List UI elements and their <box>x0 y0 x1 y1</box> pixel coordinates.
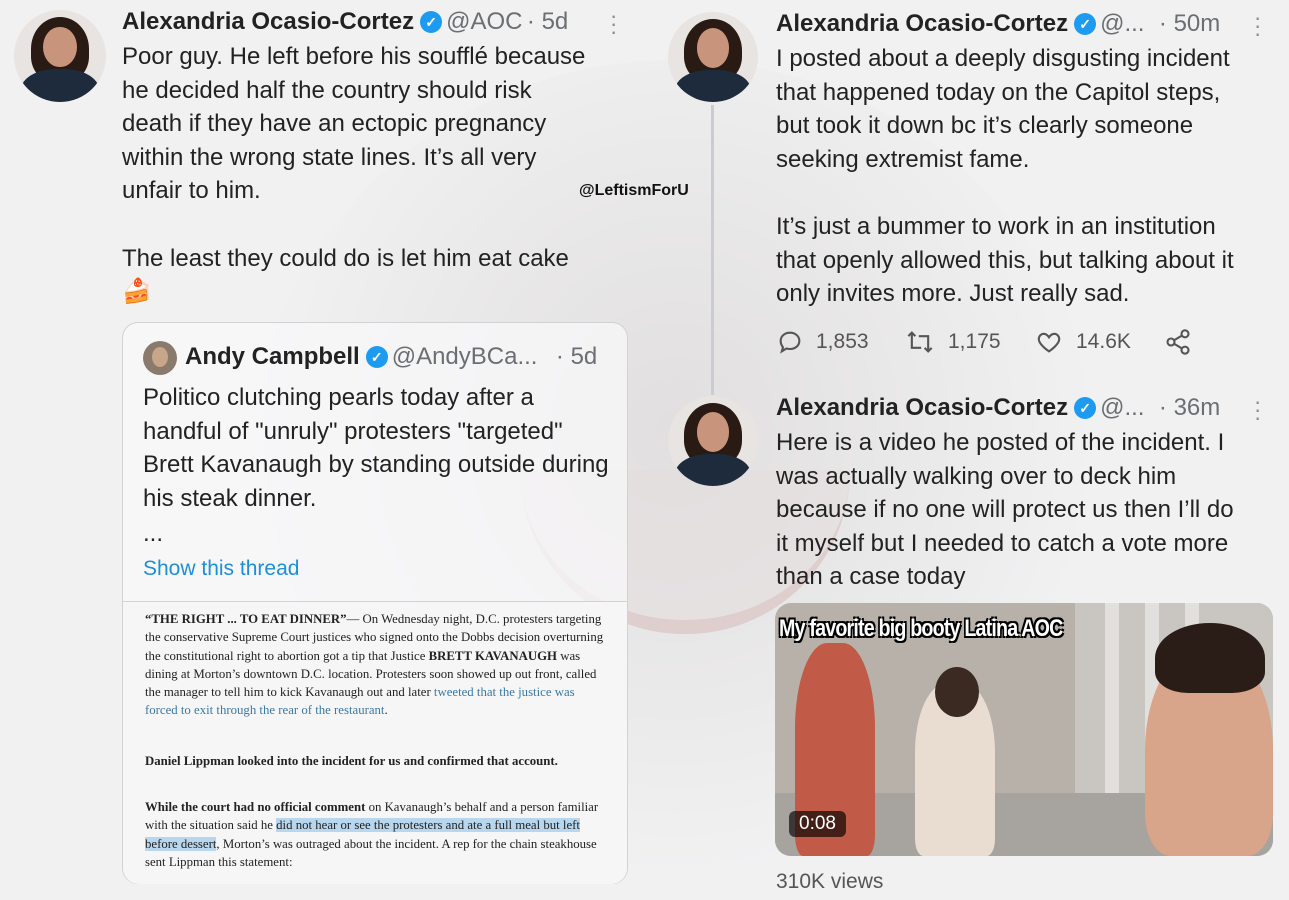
reply-count: 1,853 <box>816 330 869 353</box>
like-button[interactable]: 14.6K <box>1034 324 1131 360</box>
tweet-right-2-header: Alexandria Ocasio-Cortez ✓ @... · 36m <box>776 394 1220 422</box>
tweet-time[interactable]: · 5d <box>527 8 568 35</box>
more-options-icon[interactable]: · · · <box>1254 7 1261 45</box>
quote-author-handle[interactable]: @AndyBCa... <box>392 343 538 370</box>
article-paragraph-1: “THE RIGHT ... TO EAT DINNER”— On Wednes… <box>145 612 604 718</box>
tweet-right-2-body: Here is a video he posted of the inciden… <box>776 429 1234 591</box>
video-duration: 0:08 <box>789 811 846 837</box>
verified-badge-icon: ✓ <box>365 346 388 368</box>
author-name[interactable]: Alexandria Ocasio-Cortez <box>776 394 1068 421</box>
video-player[interactable]: My favorite big booty Latina AOC 0:08 <box>775 603 1273 856</box>
more-options-icon[interactable]: · · · <box>610 5 617 43</box>
quote-text: Politico clutching pearls today after a … <box>143 384 609 512</box>
author-name[interactable]: Alexandria Ocasio-Cortez <box>122 8 414 35</box>
tweet-right-1-header: Alexandria Ocasio-Cortez ✓ @... · 50m <box>776 10 1220 38</box>
tweet-left-body: Poor guy. He left before his soufflé bec… <box>122 43 586 306</box>
quote-tweet-card[interactable]: Andy Campbell ✓ @AndyBCa... · 5d Politico … <box>122 322 628 884</box>
like-count: 14.6K <box>1076 330 1131 353</box>
thread-connector-line <box>711 105 714 395</box>
view-count: 310K views <box>776 870 884 893</box>
avatar-aoc-right-2[interactable] <box>668 396 758 486</box>
article-screenshot[interactable]: “THE RIGHT ... TO EAT DINNER”— On Wednes… <box>123 601 627 884</box>
share-button[interactable] <box>1164 324 1204 360</box>
video-caption: My favorite big booty Latina AOC <box>779 615 1063 642</box>
author-handle[interactable]: @... <box>1100 394 1144 421</box>
tweet-right-1-body: I posted about a deeply disgusting incid… <box>776 45 1234 308</box>
avatar-andy-campbell[interactable] <box>143 341 177 375</box>
article-paragraph-3: While the court had no official comment … <box>145 800 599 869</box>
reply-icon <box>779 331 801 354</box>
verified-badge-icon: ✓ <box>420 11 443 33</box>
quote-time[interactable]: · 5d <box>556 343 597 370</box>
retweet-icon <box>907 331 933 353</box>
quote-ellipsis: ... <box>143 520 164 547</box>
article-paragraph-2: Daniel Lippman looked into the incident … <box>145 754 558 768</box>
share-icon <box>1166 329 1190 355</box>
verified-badge-icon: ✓ <box>1074 13 1097 35</box>
verified-badge-icon: ✓ <box>1074 397 1097 419</box>
more-options-icon[interactable]: · · · <box>1254 391 1261 429</box>
author-handle[interactable]: @... <box>1100 10 1144 37</box>
quote-author-name[interactable]: Andy Campbell <box>185 343 360 370</box>
tweet-time[interactable]: · 50m <box>1159 10 1220 37</box>
author-name[interactable]: Alexandria Ocasio-Cortez <box>776 10 1068 37</box>
retweet-button[interactable]: 1,175 <box>904 324 1001 360</box>
reply-button[interactable]: 1,853 <box>776 324 869 360</box>
tweet-actions: 1,853 1,175 14.6K <box>776 324 1226 364</box>
show-thread-link[interactable]: Show this thread <box>143 557 299 581</box>
retweet-count: 1,175 <box>948 330 1001 353</box>
avatar-aoc-left[interactable] <box>14 10 106 102</box>
author-handle[interactable]: @AOC <box>446 8 522 35</box>
heart-icon <box>1037 332 1061 353</box>
tweet-time[interactable]: · 36m <box>1159 394 1220 421</box>
quote-header: Andy Campbell ✓ @AndyBCa... · 5d <box>185 343 597 371</box>
tweet-left-header: Alexandria Ocasio-Cortez ✓ @AOC · 5d <box>122 8 568 36</box>
avatar-aoc-right-1[interactable] <box>668 12 758 102</box>
watermark: @LeftismForU <box>579 182 689 199</box>
